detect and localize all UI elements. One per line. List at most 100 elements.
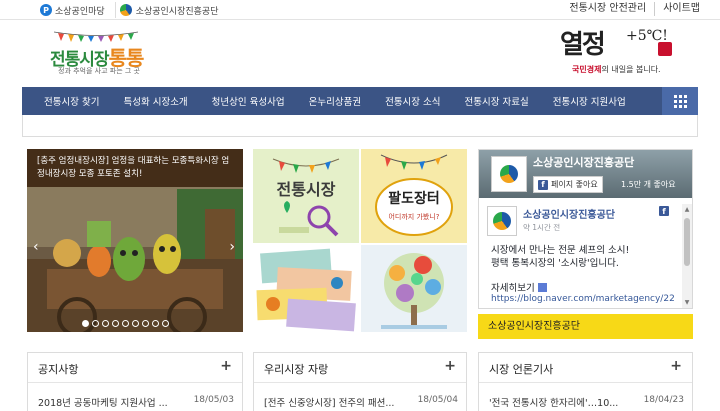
facebook-post-author[interactable]: 소상공인시장진흥공단 [523,206,615,221]
nav-item-find-market[interactable]: 전통시장 찾기 [32,94,111,108]
facebook-post-line2: 평택 통복시장의 '소시랑'입니다. [491,258,619,269]
press-articles-header: 시장 언론기사 + [479,353,692,383]
facebook-read-more[interactable]: 자세히보기 [491,280,547,294]
facebook-post-avatar[interactable] [487,206,517,236]
press-article-item-title: '전국 전통시장 한자리에'…10... [489,398,619,409]
list-item[interactable]: [전주 신중앙시장] 전주의 패션... 18/05/04 [264,395,458,409]
slider-dot[interactable] [102,320,109,327]
facebook-post-fb-icon: f [659,206,672,216]
market-search-illustration: 전통시장 [253,149,359,243]
portal-icon: P [40,4,52,16]
slogan-subtitle: 국민경제의 내일을 봅니다. [572,64,661,75]
all-menu-button[interactable] [662,87,698,115]
play-icon [537,282,547,292]
scroll-down-icon[interactable]: ▼ [682,299,692,306]
semas-logo-icon [500,165,518,183]
notice-header: 공지사항 + [28,353,242,383]
tile-market-tree[interactable] [361,245,467,332]
tile-find-market-text: 전통시장 [277,180,336,199]
safety-management-link[interactable]: 전통시장 안전관리 [561,2,654,16]
slider-dot[interactable] [82,320,89,327]
press-articles-box: 시장 언론기사 + '전국 전통시장 한자리에'…10... 18/04/23 [478,352,693,411]
voucher-illustration [253,245,359,332]
facebook-post-text: 시장에서 만나는 전문 셰프의 소시! 평택 통복시장의 '소시랑'입니다. [491,244,629,270]
sub-navigation-bar [22,115,698,137]
paldo-market-illustration: 팔도장터 어디까지 가봤니? [361,149,467,243]
slider-prev-arrow-icon[interactable]: ‹ [33,239,39,255]
slogan-main: 열정 [560,30,606,60]
family-site-links: P 소상공인마당 소상공인시장진흥공단 [36,2,229,18]
facebook-read-more-label: 자세히보기 [491,283,535,294]
market-pride-item-title: [전주 신중앙시장] 전주의 패션... [264,398,395,409]
bunting-icon [54,31,138,42]
slider-dot[interactable] [122,320,129,327]
portal-link[interactable]: P 소상공인마당 [36,2,115,18]
nav-item-support-programs[interactable]: 전통시장 지원사업 [541,94,638,108]
facebook-page-widget: 소상공인시장진흥공단 f 페이지 좋아요 1.5만 개 좋아요 소상공인시장진흥공… [478,149,693,309]
nav-item-specialized-market[interactable]: 특성화 시장소개 [111,94,199,108]
slider-dot[interactable] [142,320,149,327]
press-articles-more-plus-icon[interactable]: + [670,358,682,374]
slider-dot[interactable] [132,320,139,327]
portal-link-label: 소상공인마당 [55,6,105,17]
press-article-item-date: 18/04/23 [643,395,684,405]
market-pride-more-plus-icon[interactable]: + [444,358,456,374]
tile-onnuri-voucher[interactable] [253,245,359,332]
notice-box: 공지사항 + 2018년 공동마케팅 지원사업 ... 18/05/03 [27,352,243,411]
notice-title: 공지사항 [38,363,79,376]
nav-item-market-archive[interactable]: 전통시장 자료실 [453,94,541,108]
photo-slider[interactable]: [충주 엄정내장시장] 엄정을 대표하는 모종특화시장 엄정내장시장 모종 포토… [27,149,243,332]
list-item[interactable]: 2018년 공동마케팅 지원사업 ... 18/05/03 [38,395,234,409]
tile-paldo-market[interactable]: 팔도장터 어디까지 가봤니? [361,149,467,243]
facebook-page-name[interactable]: 소상공인시장진흥공단 [533,154,634,170]
facebook-post-line1: 시장에서 만나는 전문 셰프의 소시! [491,245,630,256]
scroll-up-icon[interactable]: ▲ [682,206,692,213]
top-utility-bar: P 소상공인마당 소상공인시장진흥공단 전통시장 안전관리 사이트맵 [0,0,720,20]
tile-find-market[interactable]: 전통시장 [253,149,359,243]
nav-item-onnuri-voucher[interactable]: 온누리상품권 [297,94,373,108]
semas-link-label: 소상공인시장진흥공단 [135,6,219,17]
nav-items: 전통시장 찾기 특성화 시장소개 청년상인 육성사업 온누리상품권 전통시장 소… [32,87,638,115]
facebook-like-count: 1.5만 개 좋아요 [621,180,676,189]
slider-next-arrow-icon[interactable]: › [229,239,235,255]
facebook-post-time[interactable]: 약 1시간 전 [523,222,560,233]
slogan-banner: 열정 +5℃! 국민경제의 내일을 봅니다. [560,24,672,82]
market-pride-box: 우리시장 자랑 + [전주 신중앙시장] 전주의 패션... 18/05/04 [253,352,467,411]
notice-item-date: 18/05/03 [193,395,234,405]
facebook-like-button[interactable]: f 페이지 좋아요 [533,176,603,193]
slider-dot[interactable] [162,320,169,327]
slider-dot[interactable] [112,320,119,327]
slider-dot[interactable] [152,320,159,327]
sitemap-link[interactable]: 사이트맵 [654,2,708,16]
semas-logo-icon [493,212,511,230]
slogan-sub-highlight: 국민경제 [572,65,602,74]
facebook-scrollbar[interactable]: ▲ ▼ [682,204,692,308]
slider-dot[interactable] [92,320,99,327]
market-pride-title: 우리시장 자랑 [264,363,329,376]
site-logo[interactable]: 전통시장통통 정과 추억을 사고 파는 그 곳 [48,30,144,80]
seal-stamp-icon [658,42,672,56]
notice-item-title: 2018년 공동마케팅 지원사업 ... [38,398,168,409]
facebook-icon: f [538,179,548,190]
utility-menu: 전통시장 안전관리 사이트맵 [561,2,708,16]
nav-item-young-merchants[interactable]: 청년상인 육성사업 [200,94,297,108]
semas-logo-icon [119,4,132,16]
nav-item-market-news[interactable]: 전통시장 소식 [373,94,452,108]
facebook-like-label: 페이지 좋아요 [551,180,598,189]
market-pride-item-date: 18/05/04 [417,395,458,405]
tile-paldo-subtitle: 어디까지 가봤니? [388,212,439,221]
scrollbar-thumb[interactable] [684,218,690,266]
tree-illustration [361,245,467,332]
slider-caption[interactable]: [충주 엄정내장시장] 엄정을 대표하는 모종특화시장 엄정내장시장 모종 포토… [27,149,243,187]
main-navigation: 전통시장 찾기 특성화 시장소개 청년상인 육성사업 온누리상품권 전통시장 소… [22,87,698,115]
notice-more-plus-icon[interactable]: + [220,358,232,374]
logo-tagline: 정과 추억을 사고 파는 그 곳 [58,67,140,75]
facebook-page-avatar[interactable] [491,156,527,192]
semas-link[interactable]: 소상공인시장진흥공단 [114,2,229,18]
semas-banner[interactable]: 소상공인시장진흥공단 [478,314,693,339]
list-item[interactable]: '전국 전통시장 한자리에'…10... 18/04/23 [489,395,684,409]
slogan-sub-rest: 의 내일을 봅니다. [601,65,661,74]
grid-menu-icon [673,94,687,108]
slider-pagination [82,320,169,327]
facebook-post-link[interactable]: https://blog.naver.com/marketagency/22 [491,294,675,304]
